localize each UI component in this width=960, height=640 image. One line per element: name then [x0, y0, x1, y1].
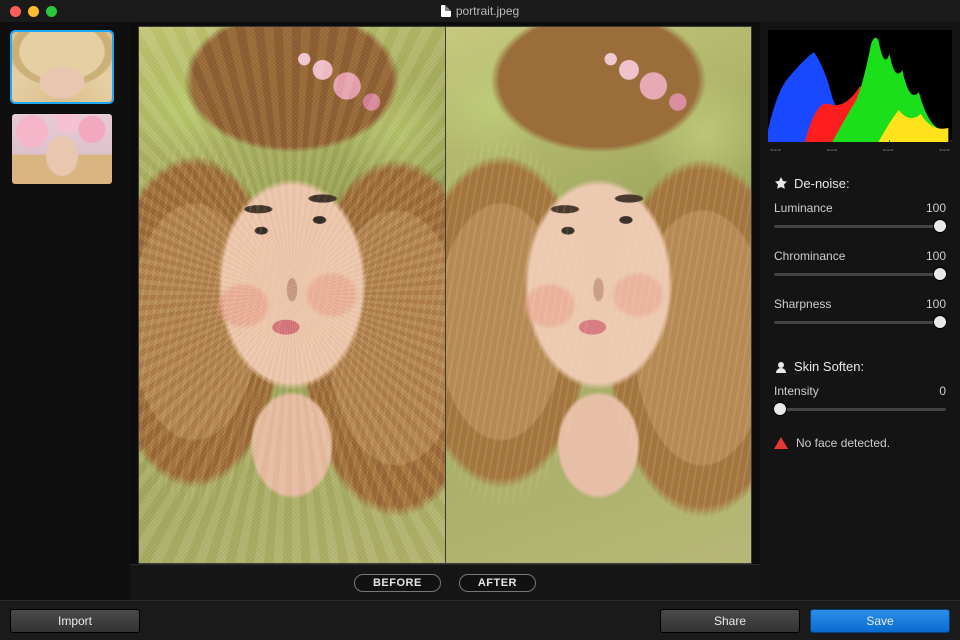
chrominance-label: Chrominance [774, 249, 845, 263]
save-button[interactable]: Save [810, 609, 950, 633]
chrominance-slider[interactable]: Chrominance 100 [774, 249, 946, 281]
warning-icon [774, 437, 788, 449]
face-warning-text: No face detected. [796, 436, 890, 450]
histogram-label-3: --- [939, 144, 950, 156]
histogram-label-2: --- [883, 144, 894, 156]
skin-soften-section: Skin Soften: Intensity 0 No face detecte… [760, 349, 960, 464]
file-icon [441, 5, 451, 17]
intensity-label: Intensity [774, 384, 819, 398]
bottom-bar: Import Share Save [0, 600, 960, 640]
skin-soften-icon [774, 360, 788, 374]
denoise-icon [774, 177, 788, 191]
file-name: portrait.jpeg [456, 4, 519, 18]
preview-after[interactable] [445, 27, 751, 563]
window-controls [0, 6, 57, 17]
luminance-label: Luminance [774, 201, 833, 215]
thumbnail-strip [0, 22, 130, 600]
histogram-label-0: --- [770, 144, 781, 156]
chrominance-value: 100 [926, 249, 946, 263]
before-after-split [138, 26, 752, 564]
sharpness-label: Sharpness [774, 297, 831, 311]
luminance-value: 100 [926, 201, 946, 215]
skin-soften-title: Skin Soften: [794, 359, 864, 374]
minimize-window-button[interactable] [28, 6, 39, 17]
before-chip[interactable]: BEFORE [354, 574, 441, 592]
preview-column: BEFORE AFTER [130, 22, 760, 600]
sharpness-slider[interactable]: Sharpness 100 [774, 297, 946, 329]
close-window-button[interactable] [10, 6, 21, 17]
luminance-slider[interactable]: Luminance 100 [774, 201, 946, 233]
histogram-labels: --- --- --- --- [768, 142, 952, 164]
histogram [768, 30, 952, 142]
denoise-section: De-noise: Luminance 100 Chrominance 100 … [760, 166, 960, 349]
share-button[interactable]: Share [660, 609, 800, 633]
thumbnail-1[interactable] [12, 114, 112, 184]
preview-before[interactable] [139, 27, 445, 563]
import-button[interactable]: Import [10, 609, 140, 633]
sharpness-value: 100 [926, 297, 946, 311]
titlebar: portrait.jpeg [0, 0, 960, 22]
intensity-value: 0 [939, 384, 946, 398]
denoise-title: De-noise: [794, 176, 850, 191]
histogram-label-1: --- [826, 144, 837, 156]
maximize-window-button[interactable] [46, 6, 57, 17]
face-warning: No face detected. [774, 432, 946, 460]
before-after-labels: BEFORE AFTER [130, 564, 760, 600]
intensity-slider[interactable]: Intensity 0 [774, 384, 946, 416]
thumbnail-0[interactable] [12, 32, 112, 102]
adjustments-panel: --- --- --- --- De-noise: Luminance 100 [760, 22, 960, 600]
after-chip[interactable]: AFTER [459, 574, 536, 592]
